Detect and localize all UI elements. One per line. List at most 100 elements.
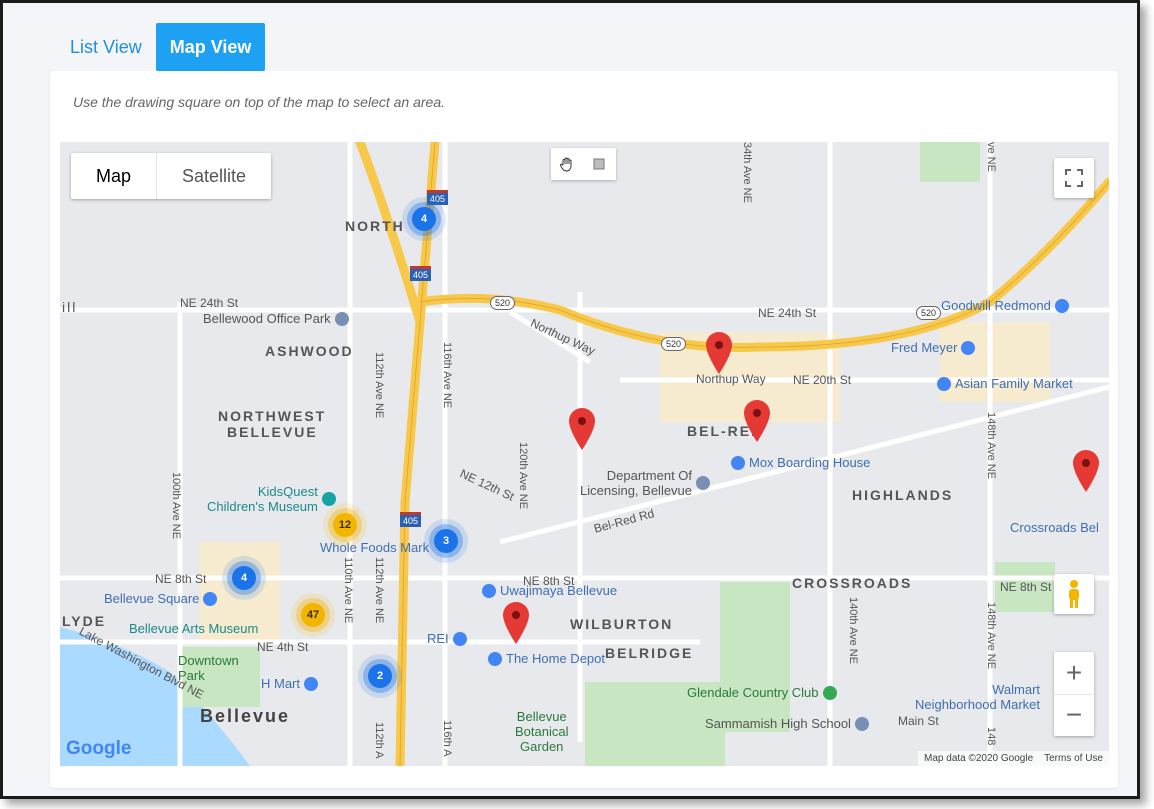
street-ne4: NE 4th St — [257, 640, 309, 654]
zoom-out-button[interactable]: − — [1054, 695, 1094, 737]
golf-icon — [822, 685, 837, 700]
google-logo: Google — [66, 738, 131, 760]
street-148th-ave-2: 148th Ave NE — [985, 602, 997, 670]
fullscreen-button[interactable] — [1054, 158, 1094, 198]
street-ave-ne-top: ve NE — [985, 142, 997, 172]
map-attribution: Map data ©2020 Google Terms of Use — [918, 751, 1109, 766]
sr520-shield: 520 — [490, 296, 516, 310]
sr520-shield: 520 — [916, 306, 942, 320]
poi-bellevue-square[interactable]: Bellevue Square — [104, 591, 218, 606]
poi-uwajimaya[interactable]: Uwajimaya Bellevue — [482, 583, 617, 598]
hood-bellevue: Bellevue — [200, 706, 291, 726]
street-116th-ave-2: 116th A — [441, 720, 453, 757]
location-marker[interactable] — [1073, 450, 1099, 492]
poi-label: Whole Foods Mark — [320, 540, 430, 555]
location-marker[interactable] — [503, 602, 529, 644]
poi-label: Department Of Licensing, Bellevue — [580, 468, 693, 498]
hood-highlands: HIGHLANDS — [852, 487, 954, 503]
map-hint-text: Use the drawing square on top of the map… — [73, 94, 446, 110]
zoom-control: + − — [1054, 652, 1094, 736]
map-type-map-button[interactable]: Map — [71, 153, 158, 199]
street-120th-ave: 120th Ave NE — [517, 442, 529, 510]
terms-link[interactable]: Terms of Use — [1044, 753, 1103, 764]
poi-label: KidsQuest Children's Museum — [207, 484, 318, 514]
poi-label: Goodwill Redmond — [941, 298, 1051, 313]
pegman-icon — [1069, 580, 1079, 608]
poi-crossroads[interactable]: Crossroads Bel — [1010, 520, 1099, 535]
poi-label: The Home Depot — [506, 651, 605, 666]
school-icon — [854, 716, 869, 731]
hood-north: NORTH — [345, 218, 405, 234]
i405-shield: 405 — [400, 512, 422, 527]
poi-arts-museum[interactable]: Bellevue Arts Museum — [129, 621, 258, 636]
location-marker[interactable] — [706, 332, 732, 374]
marker-cluster[interactable]: 3 — [434, 529, 458, 553]
street-110th-ave: 110th Ave NE — [342, 557, 354, 624]
shop-icon — [452, 631, 467, 646]
poi-walmart[interactable]: Walmart Neighborhood Market — [915, 682, 1040, 712]
zoom-in-button[interactable]: + — [1054, 652, 1094, 695]
view-tabs: List View Map View — [56, 23, 266, 71]
map-canvas[interactable]: NORTH ASHWOOD NORTHWEST BELLEVUE BEL-RED… — [60, 142, 1109, 766]
shop-icon — [937, 376, 951, 391]
street-112th-ave-2: 112th Ave NE — [373, 557, 385, 624]
poi-sammamish-hs[interactable]: Sammamish High School — [705, 716, 869, 731]
shop-icon — [482, 583, 496, 598]
poi-fred-meyer[interactable]: Fred Meyer — [891, 340, 976, 355]
hood-ashwood: ASHWOOD — [265, 343, 354, 359]
hood-ill: ill — [62, 299, 78, 315]
drawing-toolbar — [551, 148, 616, 180]
hood-wilburton: WILBURTON — [570, 616, 674, 632]
poi-whole-foods[interactable]: Whole Foods Mark — [320, 540, 429, 555]
museum-icon — [321, 492, 336, 506]
street-view-pegman[interactable] — [1054, 574, 1094, 614]
poi-dol[interactable]: Department Of Licensing, Bellevue — [580, 468, 711, 498]
poi-glendale[interactable]: Glendale Country Club — [687, 685, 837, 700]
street-main: Main St — [898, 714, 939, 728]
poi-label: Glendale Country Club — [687, 685, 819, 700]
poi-bellewood[interactable]: Bellewood Office Park — [203, 311, 349, 326]
marker-cluster[interactable]: 2 — [368, 664, 392, 688]
poi-label: H Mart — [261, 676, 300, 691]
poi-downtown-park[interactable]: Downtown Park — [178, 653, 239, 683]
map-type-control: Map Satellite — [71, 153, 272, 199]
street-ne24-east: NE 24th St — [758, 306, 817, 320]
poi-asian-family-market[interactable]: Asian Family Market — [937, 376, 1073, 391]
shop-icon — [203, 591, 218, 606]
marker-cluster[interactable]: 4 — [412, 207, 436, 231]
poi-rei[interactable]: REI — [427, 631, 467, 646]
poi-label: Bellewood Office Park — [203, 311, 331, 326]
tab-list-view[interactable]: List View — [56, 23, 156, 71]
street-ne8-east: NE 8th St — [1000, 580, 1052, 594]
poi-botanical-garden[interactable]: Bellevue Botanical Garden — [515, 709, 568, 754]
shop-icon — [961, 340, 976, 355]
poi-home-depot[interactable]: The Home Depot — [488, 651, 605, 666]
square-draw-icon[interactable] — [583, 148, 615, 180]
street-ne20: NE 20th St — [793, 373, 852, 387]
tab-map-view[interactable]: Map View — [155, 23, 266, 71]
shop-icon — [488, 651, 502, 666]
location-marker[interactable] — [569, 408, 595, 450]
poi-mox[interactable]: Mox Boarding House — [731, 455, 870, 470]
poi-label: REI — [427, 631, 449, 646]
street-134th-ave: 34th Ave NE — [741, 142, 753, 203]
shop-icon — [304, 676, 318, 691]
street-112th-ave-3: 112th A — [373, 722, 385, 759]
marker-cluster[interactable]: 12 — [333, 513, 357, 537]
marker-cluster[interactable]: 47 — [301, 603, 325, 627]
poi-label: Bellevue Botanical Garden — [515, 709, 569, 754]
map-data-text: Map data ©2020 Google — [924, 753, 1034, 764]
i405-shield: 405 — [427, 190, 449, 205]
marker-cluster[interactable]: 4 — [232, 566, 256, 590]
poi-label: Mox Boarding House — [749, 455, 871, 470]
poi-h-mart[interactable]: H Mart — [261, 676, 318, 691]
pin-icon — [334, 311, 349, 326]
location-marker[interactable] — [744, 400, 770, 442]
hand-pan-icon[interactable] — [551, 148, 583, 180]
poi-goodwill[interactable]: Goodwill Redmond — [941, 298, 1069, 313]
poi-kidsquest[interactable]: KidsQuest Children's Museum — [207, 484, 336, 514]
map-type-satellite-button[interactable]: Satellite — [157, 153, 271, 199]
street-ne24-west: NE 24th St — [180, 296, 239, 310]
street-100th-ave: 100th Ave NE — [170, 472, 182, 540]
hood-bellevue-nw: BELLEVUE — [227, 424, 318, 440]
